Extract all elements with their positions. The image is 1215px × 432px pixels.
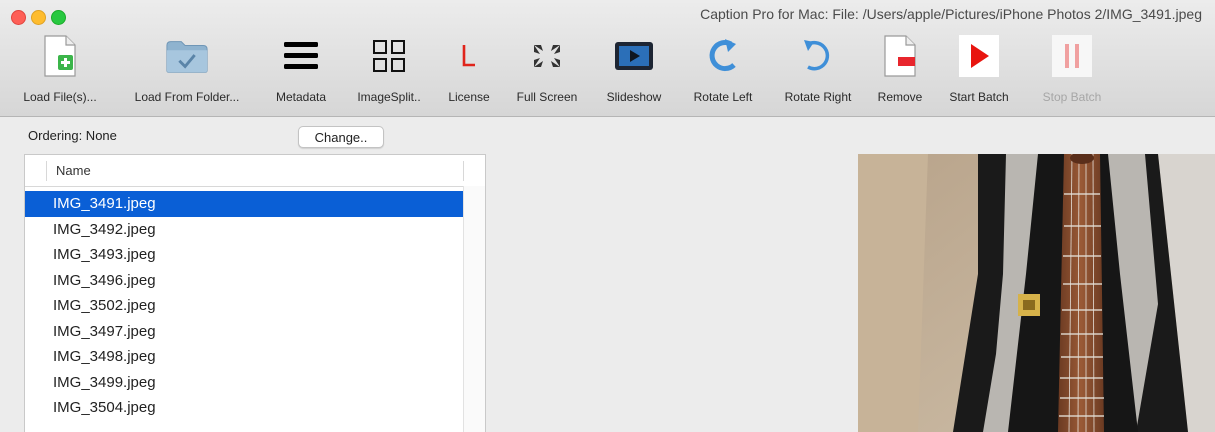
column-separator: [463, 161, 464, 181]
load-files-label: Load File(s)...: [23, 90, 97, 104]
full-screen-label: Full Screen: [516, 90, 578, 104]
license-button[interactable]: License: [438, 32, 500, 114]
file-row[interactable]: IMG_3497.jpeg: [25, 319, 463, 345]
imagesplit-button[interactable]: ImageSplit..: [340, 32, 438, 114]
rotate-right-label: Rotate Right: [784, 90, 852, 104]
file-rows: IMG_3491.jpeg IMG_3492.jpeg IMG_3493.jpe…: [25, 191, 463, 421]
load-files-button[interactable]: Load File(s)...: [8, 32, 112, 114]
file-row[interactable]: IMG_3499.jpeg: [25, 370, 463, 396]
file-row[interactable]: IMG_3502.jpeg: [25, 293, 463, 319]
rotate-left-button[interactable]: Rotate Left: [680, 32, 766, 114]
load-from-folder-label: Load From Folder...: [134, 90, 240, 104]
pause-icon: [1050, 34, 1094, 78]
image-preview: [858, 154, 1215, 432]
start-batch-button[interactable]: Start Batch: [934, 32, 1024, 114]
rotate-right-button[interactable]: Rotate Right: [770, 32, 866, 114]
title-bar: Caption Pro for Mac: File: /Users/apple/…: [0, 0, 1215, 117]
list-scrollbar[interactable]: [463, 186, 485, 432]
rotate-left-label: Rotate Left: [693, 90, 753, 104]
remove-button[interactable]: Remove: [868, 32, 932, 114]
stop-batch-button[interactable]: Stop Batch: [1028, 32, 1116, 114]
metadata-label: Metadata: [275, 90, 327, 104]
full-screen-button[interactable]: Full Screen: [502, 32, 592, 114]
remove-label: Remove: [877, 90, 923, 104]
license-icon: [447, 34, 491, 78]
column-separator: [46, 161, 47, 181]
slideshow-button[interactable]: Slideshow: [594, 32, 674, 114]
grid-icon: [367, 34, 411, 78]
file-row[interactable]: IMG_3504.jpeg: [25, 395, 463, 421]
rotate-right-icon: [796, 34, 840, 78]
file-row[interactable]: IMG_3493.jpeg: [25, 242, 463, 268]
imagesplit-label: ImageSplit..: [357, 90, 421, 104]
ordering-label: Ordering: None: [28, 128, 117, 143]
file-row[interactable]: IMG_3496.jpeg: [25, 268, 463, 294]
stop-batch-label: Stop Batch: [1042, 90, 1102, 104]
file-row[interactable]: IMG_3498.jpeg: [25, 344, 463, 370]
play-icon: [957, 34, 1001, 78]
file-list-table: Name IMG_3491.jpeg IMG_3492.jpeg IMG_349…: [24, 154, 486, 432]
guitar-photo: [858, 154, 1215, 432]
window-title: Caption Pro for Mac: File: /Users/apple/…: [700, 6, 1202, 22]
zoom-window-button[interactable]: [51, 10, 66, 25]
table-header: Name: [25, 155, 485, 187]
license-label: License: [448, 90, 490, 104]
close-window-button[interactable]: [11, 10, 26, 25]
remove-file-icon: [878, 34, 922, 78]
add-file-icon: [38, 34, 82, 78]
file-row[interactable]: IMG_3491.jpeg: [25, 191, 463, 217]
file-row[interactable]: IMG_3492.jpeg: [25, 217, 463, 243]
load-from-folder-button[interactable]: Load From Folder...: [116, 32, 258, 114]
change-ordering-button[interactable]: Change..: [298, 126, 384, 148]
app-window: Caption Pro for Mac: File: /Users/apple/…: [0, 0, 1215, 432]
rotate-left-icon: [701, 34, 745, 78]
hamburger-icon: [279, 34, 323, 78]
metadata-button[interactable]: Metadata: [262, 32, 340, 114]
fullscreen-icon: [525, 34, 569, 78]
name-column-header[interactable]: Name: [56, 163, 91, 178]
slideshow-label: Slideshow: [606, 90, 662, 104]
folder-icon: [165, 34, 209, 78]
toolbar: Load File(s)... Load From Folder... Meta…: [0, 32, 1215, 114]
start-batch-label: Start Batch: [949, 90, 1009, 104]
slideshow-icon: [612, 34, 656, 78]
minimize-window-button[interactable]: [31, 10, 46, 25]
